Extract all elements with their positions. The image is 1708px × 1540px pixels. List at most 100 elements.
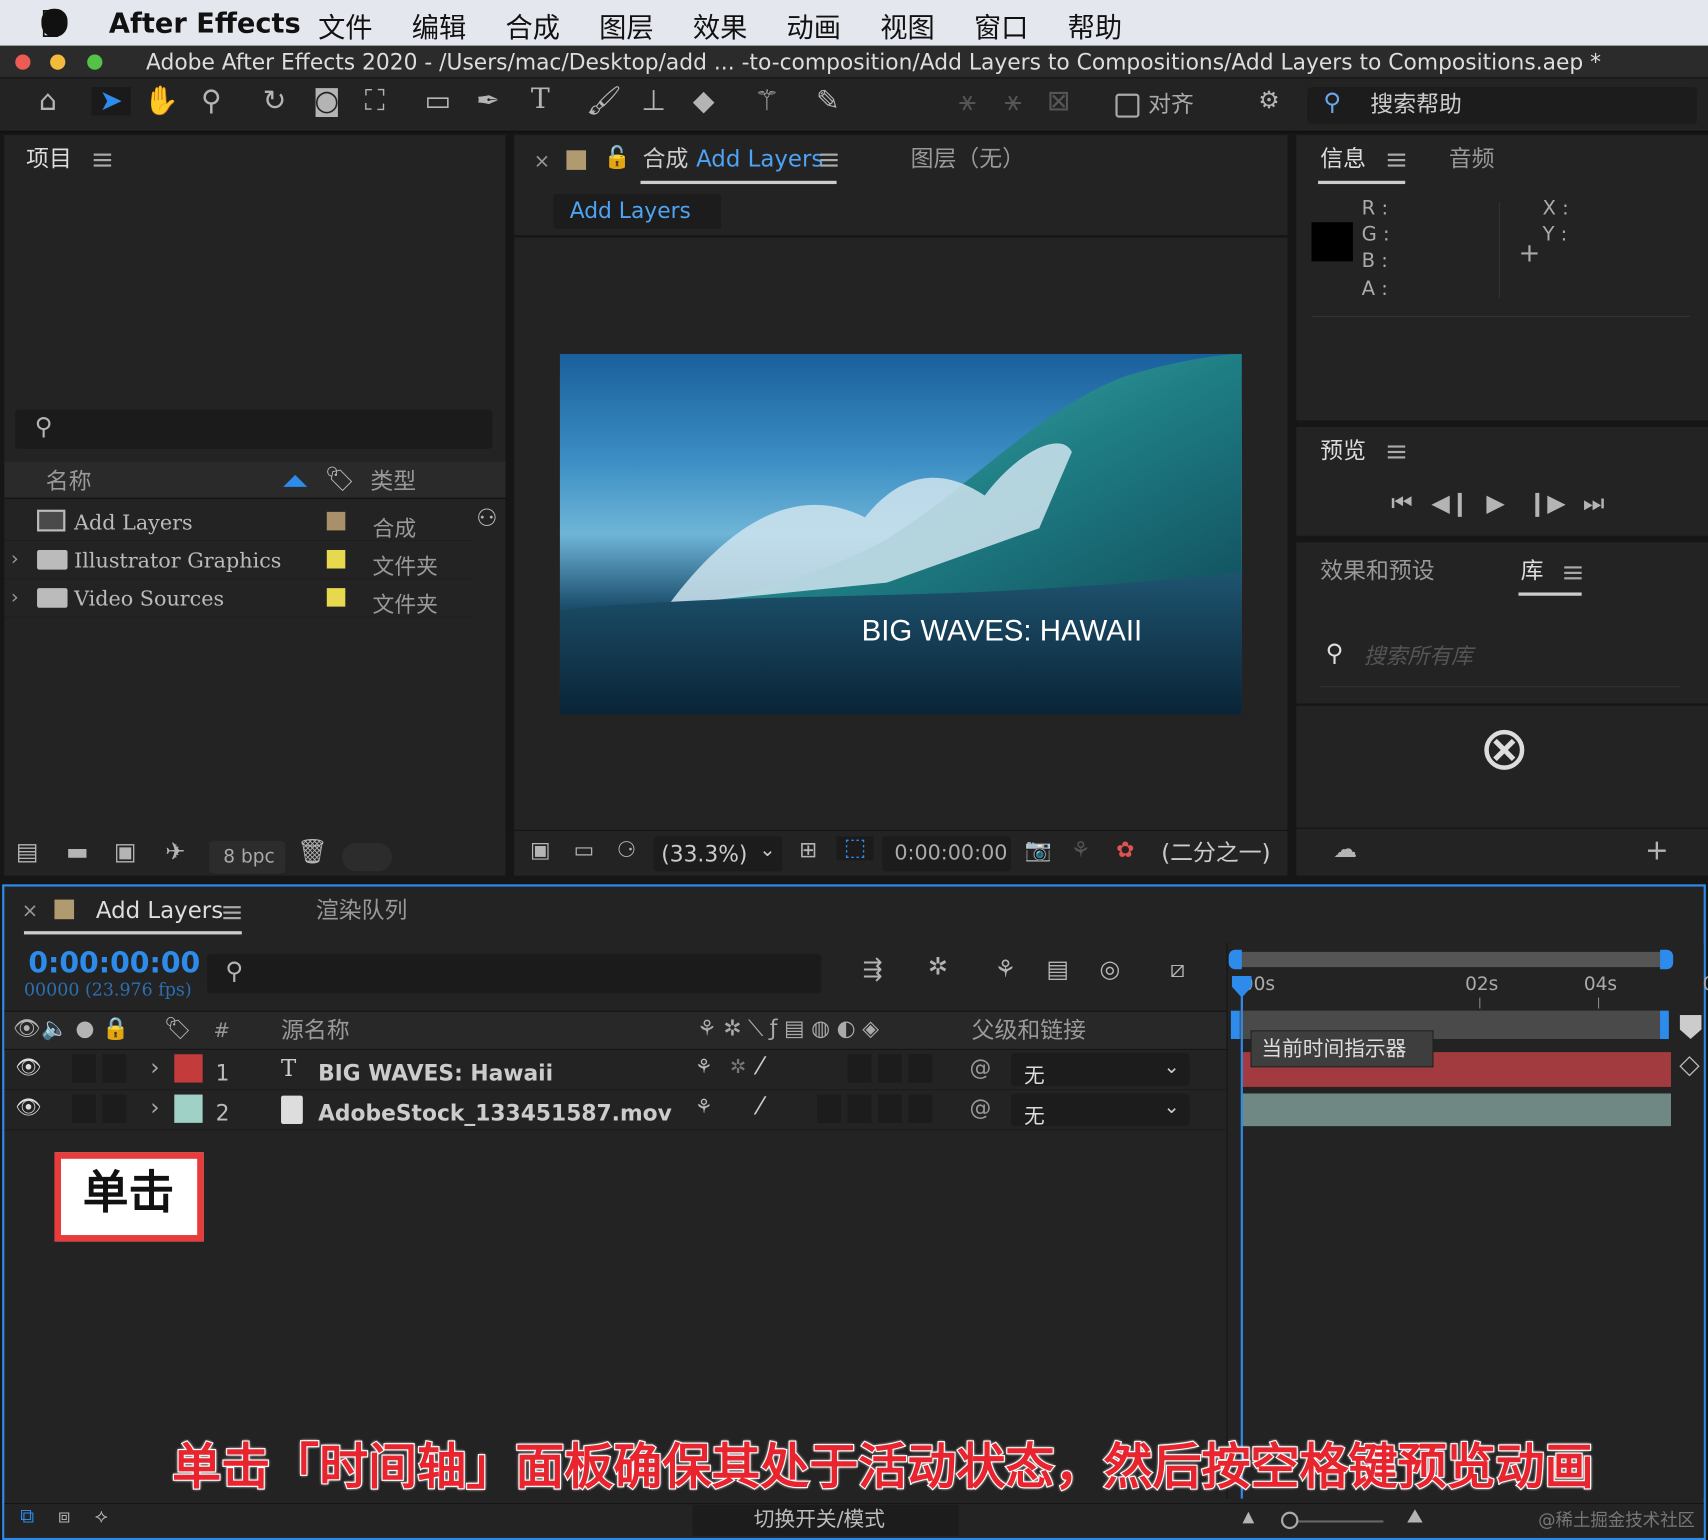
project-col-type[interactable]: 类型	[370, 470, 416, 493]
comp-viewer[interactable]: BIG WAVES: HAWAII	[559, 353, 1242, 715]
project-item[interactable]: › Video Sources 文件夹	[4, 579, 473, 618]
layer-tab[interactable]: 图层（无）	[911, 148, 1025, 171]
switch-box-b[interactable]	[847, 1094, 872, 1123]
lock-icon[interactable]: 🔓	[603, 146, 630, 168]
switch-box-a[interactable]	[847, 1054, 872, 1083]
switch-box-b[interactable]	[877, 1054, 902, 1083]
solo-box[interactable]	[71, 1054, 96, 1083]
trash-icon[interactable]: 🗑	[296, 840, 329, 865]
project-toggle[interactable]	[342, 842, 393, 872]
solo-box[interactable]	[71, 1094, 96, 1123]
next-frame-icon[interactable]: ❙▶	[1527, 492, 1566, 516]
timeline-search-input[interactable]	[206, 954, 822, 994]
brush-tool-icon[interactable]: 🖌	[586, 87, 622, 115]
label-tag-icon[interactable]: 🏷	[325, 468, 355, 492]
lock-box[interactable]	[102, 1054, 127, 1083]
switch-box-d[interactable]	[908, 1094, 933, 1123]
transfer-controls-icon[interactable]: ⧈	[50, 1507, 78, 1527]
comp-flowchart-icon[interactable]: ⇶	[854, 958, 891, 982]
visibility-eye-icon[interactable]: 👁	[15, 1054, 41, 1079]
menu-app-name[interactable]: After Effects	[109, 10, 301, 37]
col-source-name[interactable]: 源名称	[281, 1019, 350, 1042]
last-frame-icon[interactable]: ⏭	[1577, 492, 1610, 516]
zoom-out-mountain-icon[interactable]: ▲	[1235, 1509, 1261, 1524]
first-frame-icon[interactable]: ⏮	[1386, 492, 1419, 516]
previous-frame-icon[interactable]: ◀❙	[1431, 492, 1470, 516]
eraser-tool-icon[interactable]: ◆	[686, 87, 721, 115]
hand-tool-icon[interactable]: ✋	[144, 87, 179, 115]
render-queue-tab[interactable]: 渲染队列	[316, 899, 408, 923]
library-menu-icon[interactable]	[1564, 566, 1582, 580]
layer-label-icon[interactable]: 🏷	[163, 1017, 192, 1039]
new-folder-icon[interactable]: ▬	[61, 840, 94, 865]
zoom-slider-thumb[interactable]	[1281, 1511, 1299, 1530]
comp-tab-prefix[interactable]: 合成	[643, 148, 689, 171]
snapshot-camera-icon[interactable]: 📷	[1022, 839, 1055, 861]
transparency-grid-icon[interactable]: ⬚	[836, 836, 874, 861]
project-title[interactable]: 项目	[26, 148, 72, 171]
new-composition-icon[interactable]: ▣	[109, 840, 142, 865]
resolution-dropdown[interactable]: (二分之一)	[1161, 841, 1270, 865]
menu-item[interactable]: 效果	[693, 7, 747, 44]
workspace-icon[interactable]: ⚙	[1248, 89, 1289, 113]
comp-menu-icon[interactable]	[820, 153, 838, 167]
expand-layer-chevron-icon[interactable]: ›	[150, 1095, 159, 1121]
layer-name[interactable]: AdobeStock_133451587.mov	[318, 1100, 672, 1126]
region-of-interest-icon[interactable]: ⊞	[793, 839, 824, 861]
expand-chevron-icon[interactable]: ›	[11, 548, 19, 571]
preview-menu-icon[interactable]	[1387, 445, 1406, 459]
menu-item[interactable]: 动画	[787, 7, 841, 44]
type-tool-icon[interactable]: T	[523, 85, 558, 113]
timeline-close-icon[interactable]: ×	[22, 901, 38, 922]
menu-item[interactable]: 编辑	[412, 7, 466, 44]
video-switch-icon[interactable]: 👁	[13, 1017, 41, 1039]
timeline-menu-icon[interactable]	[223, 906, 241, 920]
flowchart-icon[interactable]: ⚇	[473, 507, 501, 532]
preview-title[interactable]: 预览	[1320, 439, 1366, 463]
interpret-footage-icon[interactable]: ▤	[11, 840, 44, 865]
quality-switch-icon[interactable]: ⁄	[758, 1053, 762, 1080]
visibility-eye-icon[interactable]: 👁	[15, 1095, 41, 1120]
library-search-input[interactable]: 搜索所有库	[1364, 645, 1473, 667]
home-icon[interactable]: ⌂	[31, 87, 66, 115]
info-tab[interactable]: 信息	[1320, 148, 1366, 171]
layer-row[interactable]: 👁 › 2 AdobeStock_133451587.mov ⚘ ⁄ @ 无 ⌄	[4, 1090, 1227, 1131]
layer-row[interactable]: 👁 › 1 T BIG WAVES: Hawaii ⚘ ✲ ⁄ @ 无 ⌄	[4, 1050, 1227, 1091]
close-window-button[interactable]	[15, 54, 31, 70]
in-out-panes-icon[interactable]: ⟡	[87, 1507, 115, 1527]
menu-item[interactable]: 文件	[318, 7, 372, 44]
solo-switch-icon[interactable]: ●	[72, 1017, 98, 1039]
axis-world-icon[interactable]: ⚹	[996, 87, 1031, 115]
frame-blending-icon[interactable]: ▤	[1039, 958, 1076, 982]
show-snapshot-icon[interactable]: ⚘	[1065, 839, 1096, 861]
layer-bar-2[interactable]	[1241, 1093, 1671, 1127]
project-menu-icon[interactable]	[93, 153, 112, 167]
expand-chevron-icon[interactable]: ›	[11, 586, 19, 609]
project-item[interactable]: Add Layers 合成	[4, 503, 473, 542]
menu-item[interactable]: 合成	[505, 7, 559, 44]
expand-layer-chevron-icon[interactable]: ›	[150, 1054, 159, 1080]
time-ruler[interactable]: 00s02s04s06s	[1227, 974, 1708, 1009]
draft-3d-icon[interactable]: ✲	[919, 956, 956, 980]
zoom-tool-icon[interactable]: ⚲	[194, 87, 229, 115]
pen-tool-icon[interactable]: ✒	[471, 87, 506, 115]
navigator-start-handle[interactable]	[1230, 1010, 1240, 1040]
effects-panel[interactable]	[1296, 542, 1708, 876]
col-parent[interactable]: 父级和链接	[972, 1019, 1086, 1042]
col-number[interactable]: #	[214, 1021, 230, 1042]
layer-switches-icon[interactable]: ⧉	[13, 1507, 41, 1527]
switch-box-c[interactable]	[877, 1094, 902, 1123]
menu-item[interactable]: 窗口	[974, 7, 1028, 44]
info-panel[interactable]	[1296, 135, 1708, 421]
shy-switch-icon[interactable]: ⚘	[695, 1055, 713, 1078]
comp-close-icon[interactable]: ×	[534, 152, 550, 172]
current-time-indicator-line[interactable]	[1240, 980, 1243, 1499]
rotate-tool-icon[interactable]: ↻	[257, 87, 292, 115]
timeline-tab[interactable]: Add Layers	[96, 899, 223, 923]
audio-tab[interactable]: 音频	[1449, 148, 1495, 171]
pick-whip-icon[interactable]: @	[969, 1054, 991, 1080]
search-help-field[interactable]	[1307, 87, 1698, 125]
project-item-label[interactable]	[326, 549, 346, 569]
menu-item[interactable]: 视图	[880, 7, 934, 44]
camera-tool-icon[interactable]: ◙	[307, 87, 346, 115]
